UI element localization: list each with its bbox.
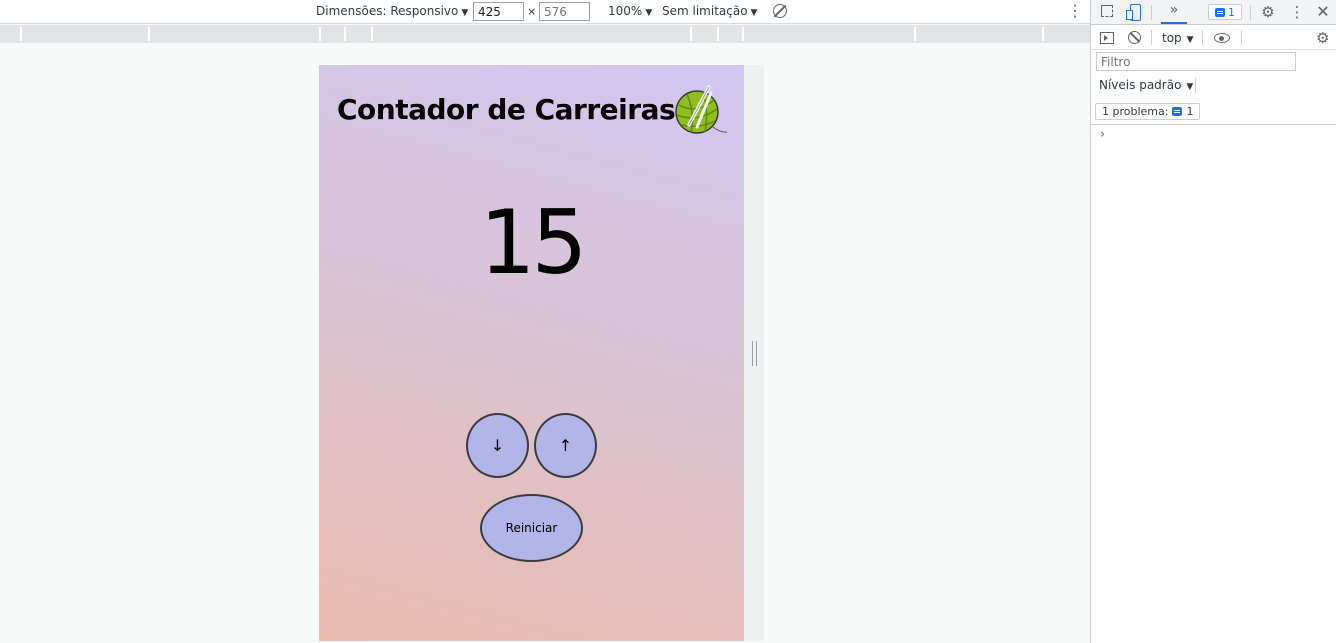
chevron-down-icon: ▼	[1186, 82, 1194, 92]
device-toolbar-icon[interactable]	[1126, 4, 1142, 21]
throttle-dropdown[interactable]: Sem limitação ▼	[662, 4, 757, 18]
ruler-segment[interactable]	[344, 27, 346, 41]
live-expression-eye-icon[interactable]	[1214, 33, 1230, 43]
context-selector[interactable]: top ▼	[1162, 31, 1194, 45]
ruler-segment[interactable]	[1042, 27, 1044, 41]
ruler-segment[interactable]	[690, 27, 692, 41]
settings-gear-icon[interactable]: ⚙	[1260, 4, 1276, 20]
emulation-toolbar: Dimensões: Responsivo▼ × 100%▼ Sem limit…	[0, 0, 1090, 24]
dimensions-dropdown[interactable]: Dimensões: Responsivo ▼	[316, 4, 468, 18]
divider	[1151, 5, 1152, 20]
device-emulation-pane: Dimensões: Responsivo▼ × 100%▼ Sem limit…	[0, 0, 1090, 643]
chevron-down-icon: ▼	[461, 8, 469, 18]
divider	[1151, 30, 1152, 45]
rotate-icon[interactable]	[773, 4, 787, 18]
issues-count: 1	[1228, 5, 1235, 19]
console-toolbar: top ▼ ⚙	[1091, 26, 1336, 50]
problems-button[interactable]: 1 problema: 1	[1095, 103, 1201, 120]
width-input[interactable]	[473, 2, 524, 21]
ruler-segment[interactable]	[20, 27, 22, 41]
show-sidebar-icon[interactable]	[1100, 32, 1114, 44]
log-levels-dropdown[interactable]: Níveis padrão ▼	[1099, 78, 1193, 92]
dimensions-label: Dimensões: Responsivo	[316, 4, 459, 18]
reset-button[interactable]: Reiniciar	[480, 494, 583, 562]
devtools-tab-bar: » 1 ⚙ ⋮ ✕	[1091, 0, 1336, 25]
log-levels-label: Níveis padrão	[1099, 78, 1182, 92]
ruler-segment[interactable]	[914, 27, 916, 41]
resize-handle[interactable]	[752, 341, 757, 366]
more-tabs-button[interactable]: »	[1161, 2, 1187, 24]
dimension-separator: ×	[527, 5, 537, 18]
device-viewport: Contador de Carreiras 15 ↓ ↑ Reiniciar	[319, 65, 744, 641]
chevron-down-icon: ▼	[645, 8, 653, 18]
chevron-down-icon: ▼	[750, 8, 758, 18]
clear-console-icon[interactable]	[1128, 31, 1141, 44]
divider	[1241, 30, 1242, 45]
arrow-down-icon: ↓	[490, 436, 505, 455]
ruler-segment[interactable]	[717, 27, 719, 41]
issues-icon	[1215, 7, 1225, 17]
arrow-up-icon: ↑	[558, 436, 573, 455]
decrement-button[interactable]: ↓	[466, 413, 529, 478]
divider	[1250, 5, 1251, 20]
height-input[interactable]	[539, 2, 590, 21]
media-query-ruler[interactable]	[0, 25, 1090, 43]
ruler-segment[interactable]	[742, 27, 744, 41]
more-options-icon[interactable]: ⋮	[1289, 4, 1305, 20]
ruler-segment[interactable]	[371, 27, 373, 41]
inspect-element-icon[interactable]	[1100, 4, 1116, 20]
problems-label: 1 problema:	[1102, 105, 1169, 118]
console-settings-gear-icon[interactable]: ⚙	[1316, 29, 1329, 47]
close-icon[interactable]: ✕	[1315, 4, 1331, 20]
zoom-label: 100%	[608, 4, 643, 18]
problems-count: 1	[1186, 105, 1194, 118]
divider	[1202, 30, 1203, 45]
ruler-segment[interactable]	[148, 27, 150, 41]
yarn-ball-icon	[675, 85, 728, 134]
divider	[1195, 78, 1196, 93]
page-title: Contador de Carreiras	[337, 93, 676, 126]
increment-button[interactable]: ↑	[534, 413, 597, 478]
console-filter-input[interactable]	[1096, 52, 1296, 71]
row-counter: 15	[479, 191, 588, 294]
console-prompt-icon[interactable]: ›	[1100, 127, 1105, 142]
throttle-label: Sem limitação	[662, 4, 748, 18]
devtools-panel: » 1 ⚙ ⋮ ✕ top ▼ ⚙ Níveis padrão ▼ 1 proble…	[1090, 0, 1336, 643]
context-label: top	[1162, 31, 1182, 45]
ruler-segment[interactable]	[319, 27, 321, 41]
issues-badge[interactable]: 1	[1208, 4, 1242, 20]
chevron-down-icon: ▼	[1186, 35, 1194, 45]
more-options-icon[interactable]: ⋮	[1067, 3, 1083, 19]
problems-bar: 1 problema: 1	[1091, 97, 1336, 125]
zoom-dropdown[interactable]: 100% ▼	[608, 4, 652, 18]
issues-icon	[1172, 107, 1183, 116]
